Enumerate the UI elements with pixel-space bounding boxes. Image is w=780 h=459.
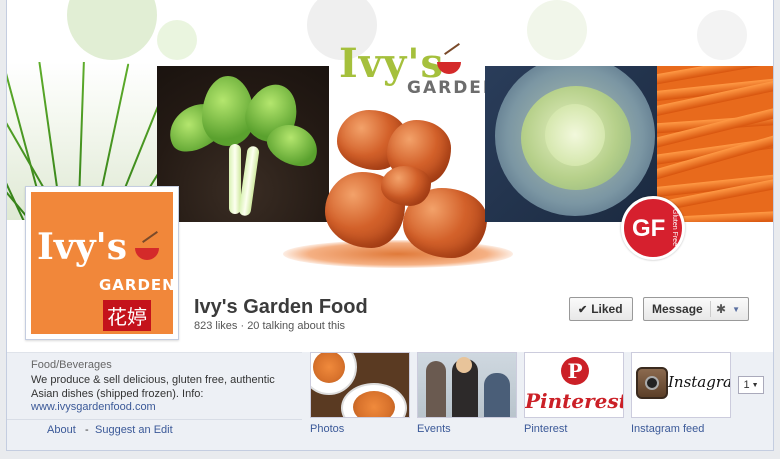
liked-button[interactable]: ✔ Liked xyxy=(569,297,633,321)
carrots-photo xyxy=(657,66,773,222)
chicken-nugget xyxy=(381,166,431,206)
pinterest-thumbnail: P Pinterest xyxy=(524,352,624,418)
settings-dropdown[interactable]: ✱ ▼ xyxy=(710,301,740,317)
instagram-wordmark: Instagram xyxy=(668,373,730,391)
app-label: Photos xyxy=(310,423,345,435)
gf-badge-sub: Gluten Free xyxy=(671,209,678,246)
about-footer: About - Suggest an Edit xyxy=(7,419,302,450)
bokeh xyxy=(697,10,747,60)
pinterest-icon: P xyxy=(561,357,589,385)
bokeh xyxy=(157,20,197,60)
profile-chinese-name: 花婷 xyxy=(103,300,151,331)
check-icon: ✔ xyxy=(578,303,588,316)
chopsticks-icon xyxy=(444,43,460,55)
page-category[interactable]: Food/Beverages xyxy=(31,359,112,371)
instagram-icon xyxy=(636,367,668,399)
page-frame: Ivy's GARDEN GF Gluten Free Ivy's GARDEN… xyxy=(6,0,774,451)
page-description: We produce & sell delicious, gluten free… xyxy=(31,374,275,400)
bowl-icon xyxy=(135,248,159,260)
app-label: Events xyxy=(417,423,451,435)
app-label: Instagram feed xyxy=(631,423,705,435)
footer-separator: - xyxy=(85,424,89,436)
profile-logo-sub: GARDEN xyxy=(99,276,173,294)
gluten-free-badge: GF Gluten Free xyxy=(621,196,685,260)
message-button[interactable]: Message ✱ ▼ xyxy=(643,297,749,321)
page-title[interactable]: Ivy's Garden Food xyxy=(194,296,368,319)
more-apps-count: 1 xyxy=(743,379,750,391)
website-link[interactable]: www.ivysgardenfood.com xyxy=(31,401,156,413)
bokeh xyxy=(67,0,157,60)
more-apps-dropdown[interactable]: 1 ▼ xyxy=(738,376,764,394)
profile-picture[interactable]: Ivy's GARDEN 花婷 xyxy=(25,186,179,340)
chevron-down-icon: ▼ xyxy=(732,304,740,314)
chopsticks-icon xyxy=(142,231,158,243)
gear-icon: ✱ xyxy=(716,302,727,316)
instagram-thumbnail: Instagram xyxy=(631,352,731,418)
photos-thumbnail xyxy=(310,352,410,418)
liked-label: Liked xyxy=(591,302,623,316)
about-box: Food/Beverages We produce & sell delicio… xyxy=(7,352,302,450)
page-stats: 823 likes · 20 talking about this xyxy=(194,320,346,332)
pinterest-wordmark: Pinterest xyxy=(525,389,624,413)
bokeh xyxy=(527,0,587,60)
chevron-down-icon: ▼ xyxy=(751,381,759,389)
bok-choy-photo xyxy=(157,66,329,222)
app-strip: Photos Events P Pinterest Pinterest Inst… xyxy=(302,352,773,450)
about-link[interactable]: About xyxy=(47,424,76,436)
suggest-edit-link[interactable]: Suggest an Edit xyxy=(95,424,173,436)
cabbage-photo xyxy=(485,66,657,222)
events-thumbnail xyxy=(417,352,517,418)
profile-logo-text: Ivy's xyxy=(37,226,127,268)
gf-badge-text: GF xyxy=(632,215,666,242)
message-label: Message xyxy=(652,302,703,316)
app-label: Pinterest xyxy=(524,423,568,435)
